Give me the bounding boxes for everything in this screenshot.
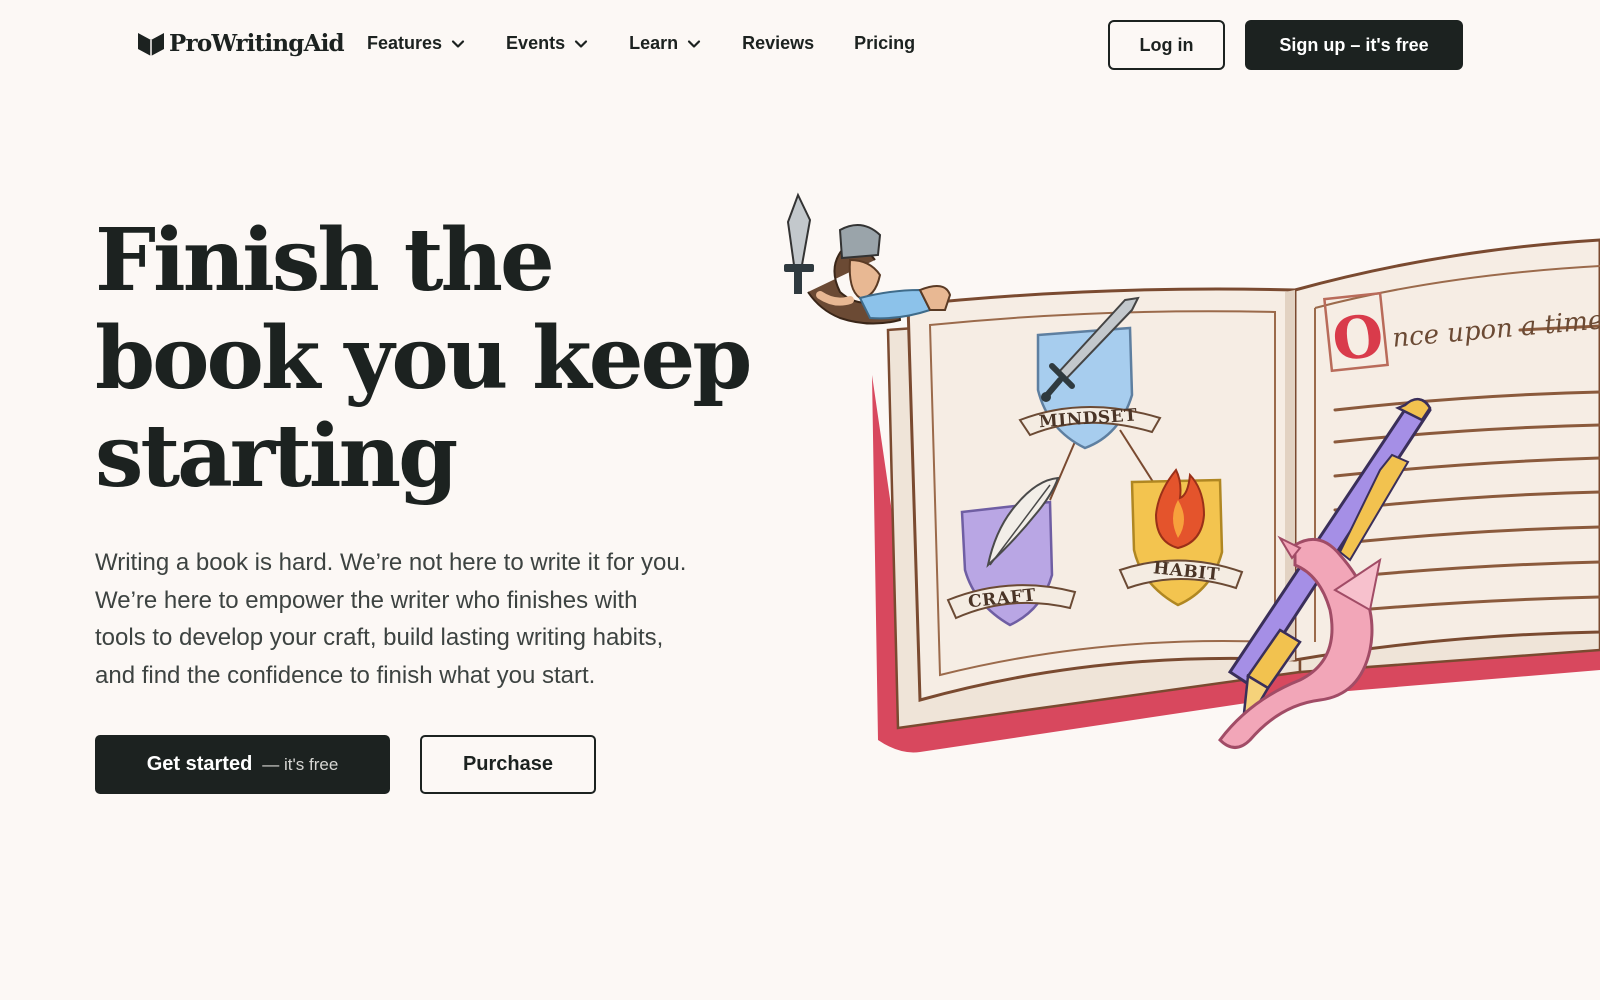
hero-subtext: Writing a book is hard. We’re not here t… [95, 544, 755, 694]
nav-item-label: Reviews [742, 33, 815, 53]
hero-illustration: O nce upon a time MINDSET CRAFT HABIT [780, 180, 1600, 820]
subtext-line: and find the confidence to finish what y… [95, 661, 596, 689]
hero-headline: Finish the book you keep starting [95, 212, 785, 506]
login-button[interactable]: Log in [1108, 20, 1225, 70]
nav-item-label: Pricing [854, 33, 916, 53]
knight-icon [784, 192, 952, 325]
top-nav: ProWritingAid Features Events Learn Revi… [0, 0, 1600, 90]
headline-line: book you keep [95, 308, 752, 409]
nav-item-label: Events [506, 33, 566, 53]
signup-button[interactable]: Sign up – it's free [1245, 20, 1463, 70]
get-started-label: Get started [146, 753, 253, 775]
brand-logo[interactable]: ProWritingAid [137, 29, 345, 57]
dropcap: O [1329, 301, 1386, 374]
page: ProWritingAid Features Events Learn Revi… [0, 0, 1600, 1000]
subtext-line: We’re here to empower the writer who fin… [95, 586, 638, 614]
chevron-down-icon [688, 39, 701, 48]
open-book-logo-icon [138, 33, 164, 56]
get-started-button[interactable]: Get started — it's free [95, 735, 390, 794]
headline-line: Finish the [95, 210, 555, 311]
nav-item-learn[interactable]: Learn [629, 33, 702, 54]
nav-item-label: Learn [629, 33, 679, 53]
headline-line: starting [95, 406, 458, 507]
nav-item-features[interactable]: Features [367, 33, 466, 54]
open-book-illustration: O nce upon a time MINDSET CRAFT HABIT [784, 192, 1600, 753]
purchase-button[interactable]: Purchase [420, 735, 596, 794]
brand-name: ProWritingAid [169, 29, 345, 57]
subtext-line: Writing a book is hard. We’re not here t… [95, 549, 687, 576]
chevron-down-icon [574, 39, 588, 48]
nav-item-reviews[interactable]: Reviews [742, 33, 814, 54]
main-menu: Features Events Learn Reviews Pricing [367, 33, 955, 54]
get-started-free-note: — it's free [262, 754, 339, 774]
subtext-line: tools to develop your craft, build lasti… [95, 624, 664, 651]
nav-item-pricing[interactable]: Pricing [854, 33, 915, 54]
chevron-down-icon [451, 39, 465, 48]
nav-item-label: Features [367, 33, 443, 53]
nav-item-events[interactable]: Events [506, 33, 589, 54]
